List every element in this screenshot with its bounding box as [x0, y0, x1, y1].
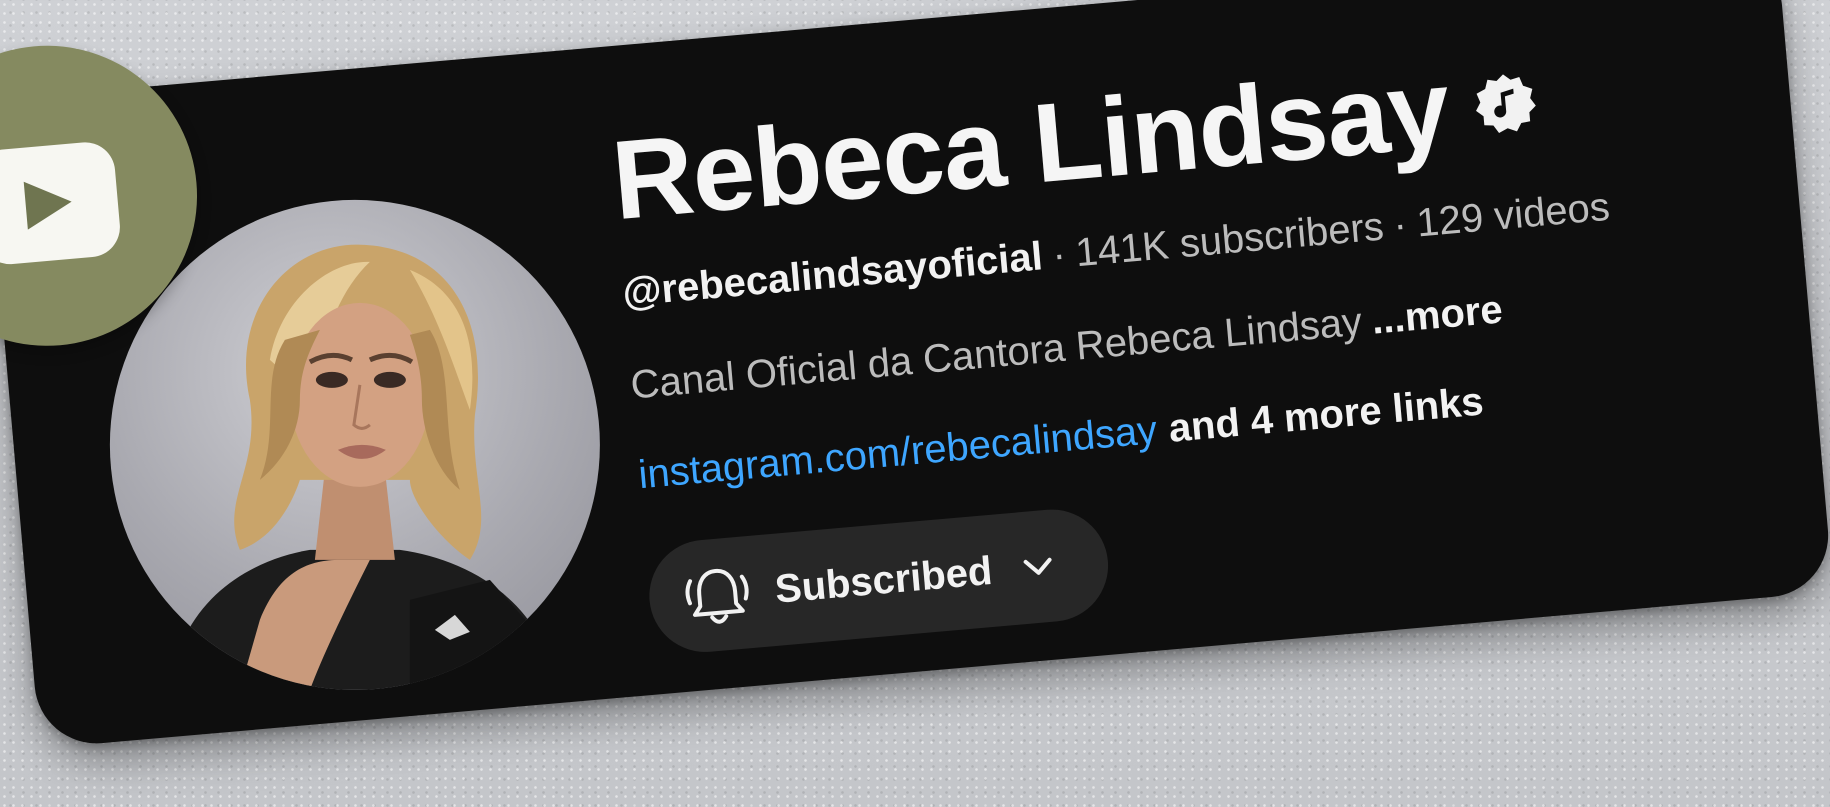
- avatar-portrait: [169, 244, 570, 690]
- more-links-button[interactable]: and 4 more links: [1167, 379, 1485, 450]
- separator: ·: [1050, 232, 1068, 278]
- video-count: 129 videos: [1414, 184, 1612, 246]
- play-icon: [0, 139, 123, 267]
- subscribed-label: Subscribed: [773, 548, 995, 612]
- more-link[interactable]: ...more: [1370, 287, 1504, 342]
- channel-links: instagram.com/rebecalindsay and 4 more li…: [637, 379, 1486, 498]
- music-note-badge-icon: [1475, 73, 1536, 133]
- chevron-down-icon: [1023, 557, 1052, 575]
- separator: ·: [1391, 202, 1409, 248]
- channel-info: Rebeca Lindsay @rebecalindsayoficial · 141…: [601, 0, 1737, 657]
- channel-header-card: Rebeca Lindsay @rebecalindsayoficial · 141…: [0, 0, 1830, 749]
- avatar[interactable]: [109, 199, 600, 690]
- subscriber-count: 141K subscribers: [1073, 204, 1386, 276]
- instagram-link[interactable]: instagram.com/rebecalindsay: [637, 408, 1159, 497]
- bell-ringing-icon: [685, 568, 749, 624]
- subscribed-button[interactable]: Subscribed: [644, 504, 1113, 657]
- channel-handle[interactable]: @rebecalindsayoficial: [621, 234, 1045, 315]
- description-text: Canal Oficial da Cantora Rebeca Lindsay: [628, 299, 1364, 408]
